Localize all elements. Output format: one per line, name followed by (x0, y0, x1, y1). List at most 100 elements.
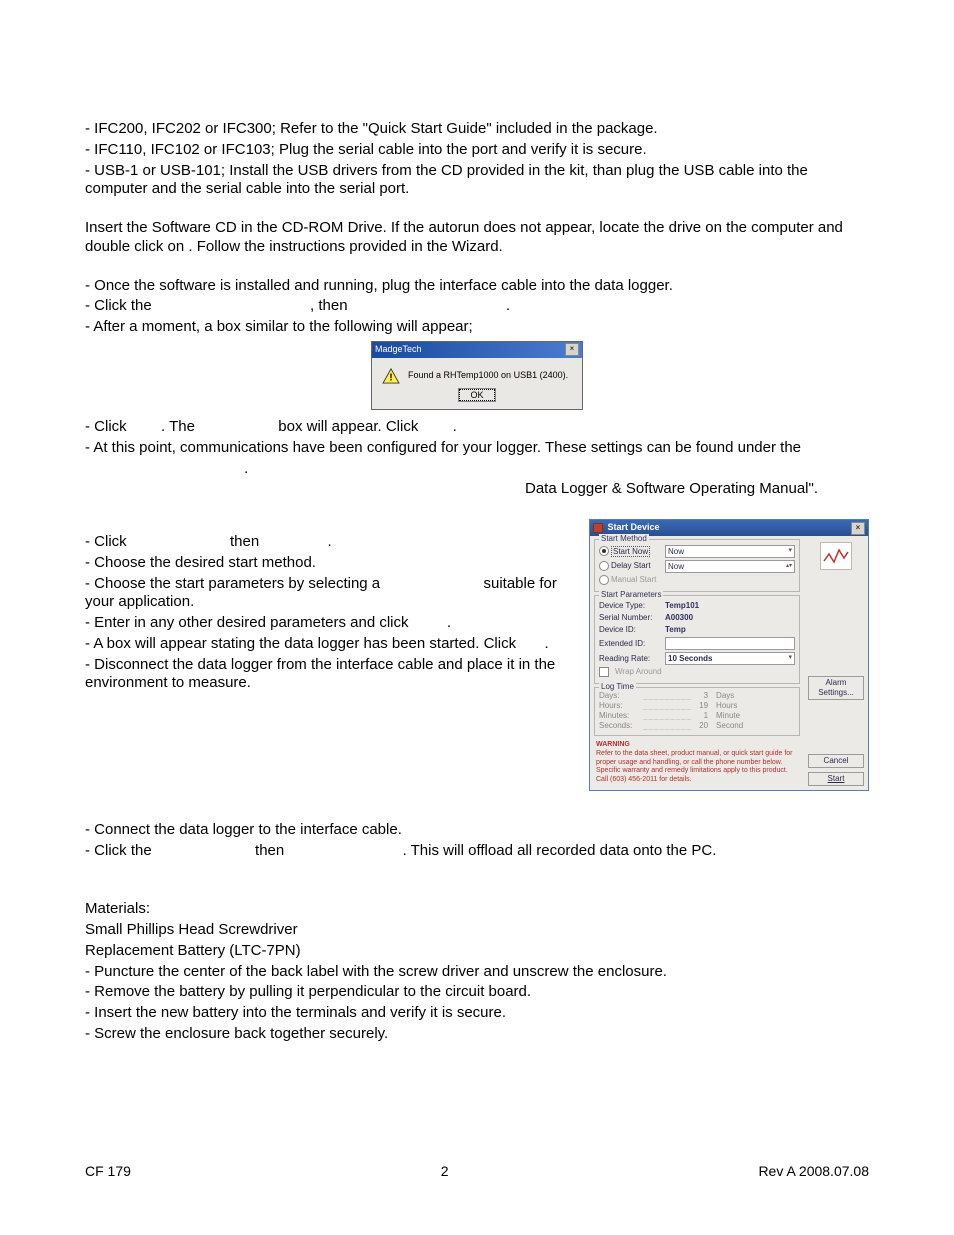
dialog-title: Start Device (593, 522, 660, 533)
serial-number-label: Serial Number: (599, 613, 661, 623)
text-line: - Click . The box will appear. Click . (85, 418, 869, 437)
text-line: - Puncture the center of the back label … (85, 963, 869, 982)
text-fragment: . (244, 460, 248, 477)
text-line: - Choose the desired start method. (85, 554, 579, 573)
download-data-section: - Connect the data logger to the interfa… (85, 821, 869, 861)
text-fragment: . The (161, 418, 199, 435)
found-device-dialog: MadgeTech × ! Found a RHTemp1000 on USB1… (371, 341, 583, 410)
dialog-message: Found a RHTemp1000 on USB1 (2400). (408, 370, 568, 381)
footer-right: Rev A 2008.07.08 (758, 1163, 869, 1181)
dialog-title-text: Start Device (608, 522, 660, 532)
close-icon[interactable]: × (565, 343, 579, 356)
text-fragment: - Click (85, 533, 131, 550)
ok-button[interactable]: OK (459, 389, 494, 401)
text-fragment: then (255, 842, 288, 859)
text-line: - IFC200, IFC202 or IFC300; Refer to the… (85, 120, 869, 139)
page-footer: CF 179 2 Rev A 2008.07.08 (85, 1163, 869, 1181)
warning-box: WARNING Refer to the data sheet, product… (594, 739, 800, 787)
text-line: - A box will appear stating the data log… (85, 635, 579, 654)
extended-id-input[interactable] (665, 637, 795, 650)
serial-number-value: A00300 (665, 613, 693, 623)
log-time-row: Hours:_________19Hours (599, 701, 795, 711)
delay-start-radio[interactable]: Delay Start (599, 561, 661, 571)
text-line: - Remove the battery by pulling it perpe… (85, 983, 869, 1002)
text-fragment: . (447, 614, 451, 631)
extended-id-label: Extended ID: (599, 639, 661, 649)
text-line: - After a moment, a box similar to the f… (85, 318, 869, 337)
battery-section: Materials: Small Phillips Head Screwdriv… (85, 900, 869, 1043)
post-dialog-section: - Click . The box will appear. Click . -… (85, 418, 869, 499)
text-line: Materials: (85, 900, 869, 919)
text-line: - Insert the new battery into the termin… (85, 1004, 869, 1023)
text-line: - Click the then . This will offload all… (85, 842, 869, 861)
manual-start-radio: Manual Start (599, 575, 661, 585)
warning-text: Specific warranty and remedy limitations… (596, 767, 798, 776)
text-line: Insert the Software CD in the CD-ROM Dri… (85, 219, 869, 257)
log-time-row: Seconds:_________20Second (599, 721, 795, 731)
text-line: - Connect the data logger to the interfa… (85, 821, 869, 840)
cancel-button[interactable]: Cancel (808, 754, 864, 768)
dialog-titlebar: MadgeTech × (372, 342, 582, 358)
app-icon (593, 523, 603, 533)
text-line: Replacement Battery (LTC-7PN) (85, 942, 869, 961)
warning-heading: WARNING (596, 741, 798, 750)
device-id-value: Temp (665, 625, 686, 635)
start-device-dialog: Start Device × Start Method Start Now No… (589, 519, 869, 791)
chart-icon (820, 542, 852, 570)
text-line: . (85, 460, 869, 479)
text-fragment: - Click the (85, 297, 156, 314)
text-fragment: then (230, 533, 263, 550)
footer-page-number: 2 (441, 1163, 449, 1181)
footer-left: CF 179 (85, 1163, 131, 1181)
reading-rate-label: Reading Rate: (599, 654, 661, 664)
text-line: Data Logger & Software Operating Manual"… (85, 480, 869, 499)
group-title: Start Parameters (599, 590, 663, 600)
text-line: - Once the software is installed and run… (85, 277, 869, 296)
start-method-group: Start Method Start Now Now▾ Delay Start … (594, 539, 800, 592)
device-type-value: Temp101 (665, 601, 699, 611)
text-fragment: - Click the (85, 842, 156, 859)
text-line: Small Phillips Head Screwdriver (85, 921, 869, 940)
text-fragment: . (328, 533, 332, 550)
warning-icon: ! (382, 368, 400, 384)
start-now-radio[interactable]: Start Now (599, 546, 661, 556)
warning-text: Call (603) 456-2011 for details. (596, 776, 798, 785)
wrap-around-label: Wrap Around (615, 667, 662, 677)
text-line: - Click then . (85, 533, 579, 552)
dialog-title: MadgeTech (375, 344, 422, 355)
svg-text:!: ! (389, 372, 392, 383)
text-fragment: - Choose the start parameters by selecti… (85, 575, 384, 592)
start-button[interactable]: Start (808, 772, 864, 786)
start-now-dropdown[interactable]: Now▾ (665, 545, 795, 558)
log-time-group: Log Time Days:_________3DaysHours:______… (594, 687, 800, 736)
text-line: - At this point, communications have bee… (85, 439, 869, 458)
close-icon[interactable]: × (851, 522, 865, 535)
wrap-around-checkbox (599, 667, 609, 677)
text-line: - IFC110, IFC102 or IFC103; Plug the ser… (85, 141, 869, 160)
text-fragment: - Click (85, 418, 131, 435)
delay-start-dropdown[interactable]: Now▴▾ (665, 560, 795, 573)
text-fragment: . (453, 418, 457, 435)
text-fragment: . (506, 297, 510, 314)
text-fragment: - A box will appear stating the data log… (85, 635, 520, 652)
text-fragment: . This will offload all recorded data on… (403, 842, 717, 859)
text-fragment: - Enter in any other desired parameters … (85, 614, 413, 631)
log-time-row: Minutes:_________1Minute (599, 711, 795, 721)
device-id-label: Device ID: (599, 625, 661, 635)
start-device-section: Start Device × Start Method Start Now No… (85, 519, 869, 801)
text-line: - Choose the start parameters by selecti… (85, 575, 579, 613)
connect-logger-section: - Once the software is installed and run… (85, 277, 869, 337)
group-title: Log Time (599, 682, 636, 692)
install-software-section: Insert the Software CD in the CD-ROM Dri… (85, 219, 869, 257)
warning-text: Refer to the data sheet, product manual,… (596, 750, 798, 768)
log-time-row: Days:_________3Days (599, 691, 795, 701)
text-fragment: , then (310, 297, 352, 314)
text-line: - USB-1 or USB-101; Install the USB driv… (85, 162, 869, 200)
interface-cable-section: - IFC200, IFC202 or IFC300; Refer to the… (85, 120, 869, 199)
text-line: - Screw the enclosure back together secu… (85, 1025, 869, 1044)
text-line: - Enter in any other desired parameters … (85, 614, 579, 633)
device-type-label: Device Type: (599, 601, 661, 611)
alarm-settings-button[interactable]: Alarm Settings... (808, 676, 864, 700)
text-line: - Click the , then . (85, 297, 869, 316)
reading-rate-dropdown[interactable]: 10 Seconds▾ (665, 652, 795, 665)
